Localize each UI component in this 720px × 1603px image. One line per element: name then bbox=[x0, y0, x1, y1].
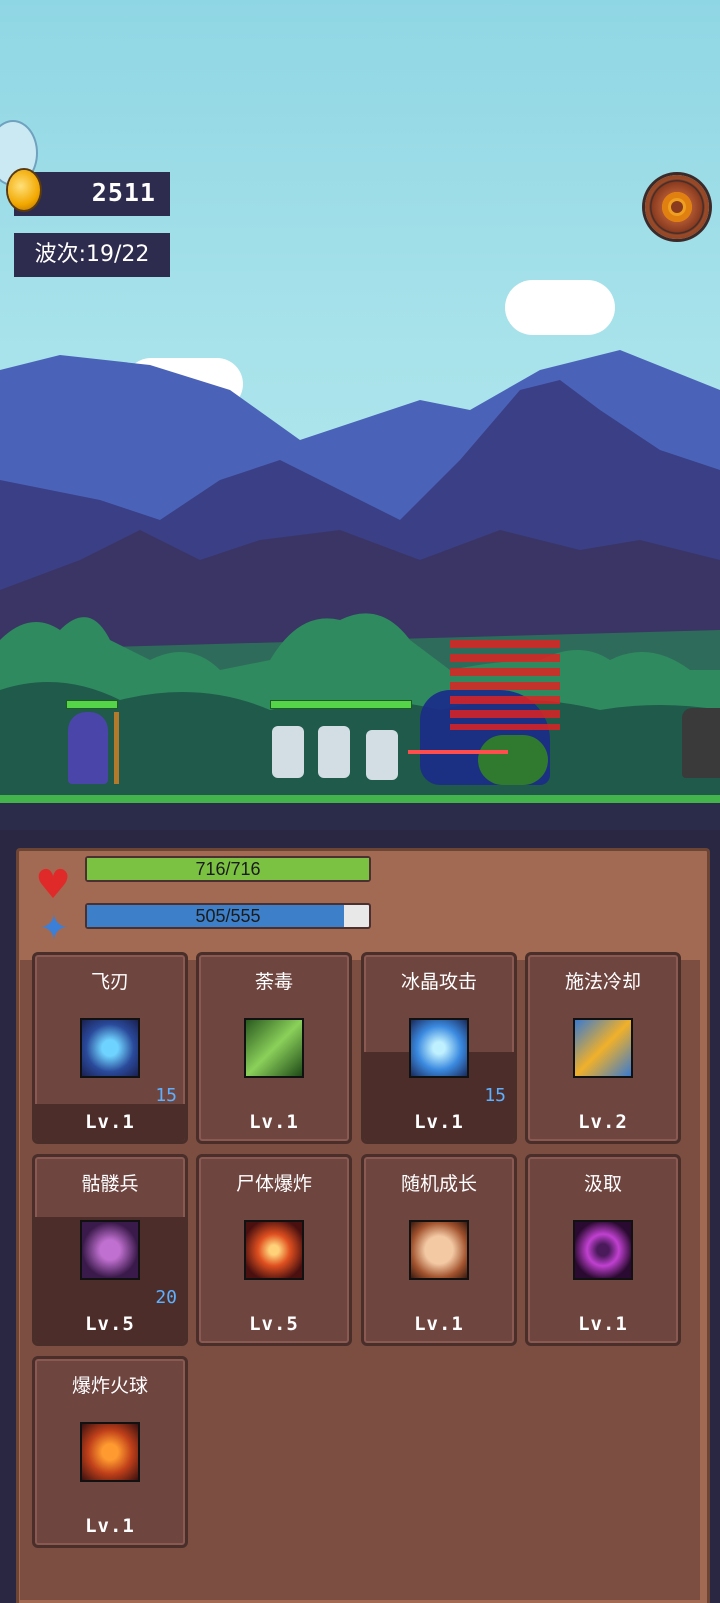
blade-icon bbox=[80, 1018, 140, 1078]
wave-counter: 波次:19/22 bbox=[14, 233, 170, 277]
damage-numbers bbox=[450, 640, 560, 730]
skill-name: 施法冷却 bbox=[564, 971, 641, 993]
poison-cloud bbox=[478, 735, 548, 785]
skill-card[interactable]: 飞刃 15 Lv.1 bbox=[32, 952, 188, 1144]
flying-blade-projectile bbox=[408, 750, 508, 754]
skill-card[interactable]: 汲取 Lv.1 bbox=[525, 1154, 681, 1346]
mana-bar: 505/555 bbox=[85, 903, 371, 929]
lightning-icon bbox=[573, 1018, 633, 1078]
skill-card[interactable]: 爆炸火球 Lv.1 bbox=[32, 1356, 188, 1548]
skill-level: Lv.2 bbox=[578, 1111, 628, 1133]
skill-count: 20 bbox=[155, 1287, 177, 1308]
health-bar: 716/716 bbox=[85, 856, 371, 882]
battle-scene bbox=[0, 0, 720, 830]
skeleton-army-health-bar bbox=[270, 700, 412, 709]
skill-level: Lv.5 bbox=[85, 1313, 135, 1335]
skill-level: Lv.1 bbox=[85, 1111, 135, 1133]
skill-card[interactable]: 施法冷却 Lv.2 bbox=[525, 952, 681, 1144]
enemy-far-right bbox=[682, 708, 720, 778]
skill-level: Lv.1 bbox=[249, 1111, 299, 1133]
health-text: 716/716 bbox=[195, 859, 261, 879]
wizard-player-character bbox=[68, 712, 108, 784]
player-health-bar bbox=[66, 700, 118, 709]
mana-icon: ✦ bbox=[38, 908, 70, 949]
skill-count: 15 bbox=[155, 1085, 177, 1106]
skill-card[interactable]: 随机成长 Lv.1 bbox=[361, 1154, 517, 1346]
coin-value: 2511 bbox=[91, 178, 156, 207]
fist-icon bbox=[409, 1220, 469, 1280]
vortex-icon bbox=[573, 1220, 633, 1280]
poison-icon bbox=[244, 1018, 304, 1078]
skeleton-hand-icon bbox=[80, 1220, 140, 1280]
skeleton-minion bbox=[272, 726, 304, 778]
skill-level: Lv.1 bbox=[414, 1111, 464, 1133]
skill-name: 冰晶攻击 bbox=[400, 971, 477, 993]
gear-hole bbox=[671, 201, 683, 213]
skill-name: 汲取 bbox=[583, 1173, 622, 1195]
skill-name: 荼毒 bbox=[254, 971, 293, 993]
skill-card[interactable]: 骷髅兵 20 Lv.5 bbox=[32, 1154, 188, 1346]
staff bbox=[114, 712, 119, 784]
coin-icon bbox=[8, 170, 40, 210]
skill-level: Lv.1 bbox=[85, 1515, 135, 1537]
skill-card[interactable]: 尸体爆炸 Lv.5 bbox=[196, 1154, 352, 1346]
skeleton-minion bbox=[366, 730, 398, 780]
ground bbox=[0, 795, 720, 830]
explosion-icon bbox=[244, 1220, 304, 1280]
skill-name: 飞刃 bbox=[90, 971, 129, 993]
skill-count: 15 bbox=[484, 1085, 506, 1106]
fireball-icon bbox=[80, 1422, 140, 1482]
skill-level: Lv.1 bbox=[414, 1313, 464, 1335]
skill-name: 尸体爆炸 bbox=[235, 1173, 312, 1195]
skill-card[interactable]: 冰晶攻击 15 Lv.1 bbox=[361, 952, 517, 1144]
ice-crystal-icon bbox=[409, 1018, 469, 1078]
skeleton-minion bbox=[318, 726, 350, 778]
skill-card[interactable]: 荼毒 Lv.1 bbox=[196, 952, 352, 1144]
cloud bbox=[505, 280, 615, 335]
skill-name: 骷髅兵 bbox=[81, 1173, 139, 1195]
heart-icon: ♥ bbox=[35, 862, 71, 908]
skill-name: 爆炸火球 bbox=[71, 1375, 148, 1397]
mana-text: 505/555 bbox=[195, 906, 261, 926]
skill-name: 随机成长 bbox=[400, 1173, 477, 1195]
skill-level: Lv.1 bbox=[578, 1313, 628, 1335]
skill-level: Lv.5 bbox=[249, 1313, 299, 1335]
